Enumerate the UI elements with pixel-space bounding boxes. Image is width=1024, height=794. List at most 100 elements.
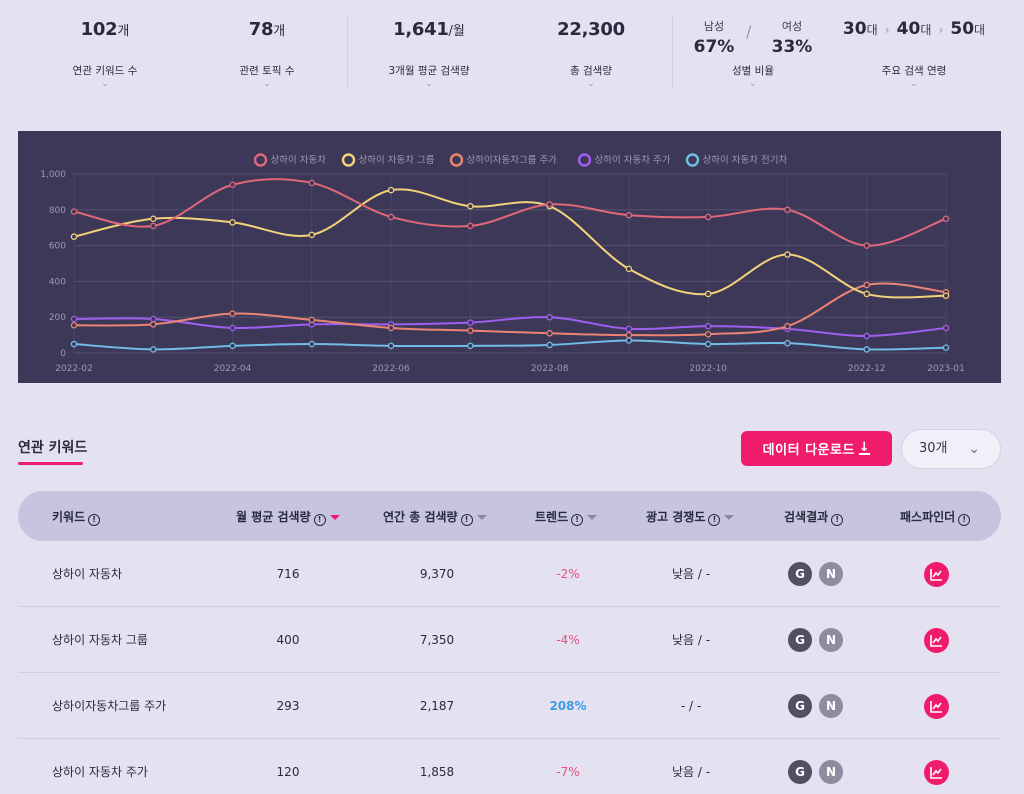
table-row[interactable]: 상하이자동차그룹 주가 293 2,187 208% - / - GN — [18, 673, 1001, 739]
data-point — [704, 340, 712, 348]
info-icon[interactable]: ! — [313, 514, 326, 526]
stat-gender-ratio[interactable]: 남성 67% / 여성 33% 성별 비율 ⌄ — [676, 0, 830, 96]
cell-trend: -2% — [556, 567, 580, 581]
data-point — [546, 341, 553, 349]
info-icon[interactable]: ! — [958, 514, 971, 526]
data-point — [704, 330, 712, 338]
download-data-button[interactable]: 데이터 다운로드 ↓ — [741, 431, 892, 466]
y-tick-label: 0 — [60, 349, 66, 359]
header-annual-volume[interactable]: 연간 총 검색량! — [383, 508, 487, 526]
sort-icon[interactable] — [724, 515, 735, 520]
google-search-icon[interactable]: G — [788, 628, 812, 652]
y-tick-label: 400 — [49, 277, 66, 287]
stat-value: 1,641 — [393, 19, 449, 40]
stat-main-ages[interactable]: 30대 › 40대 › 50대 주요 검색 연령 ⌄ — [836, 0, 992, 96]
cell-keyword[interactable]: 상하이자동차그룹 주가 — [52, 673, 166, 739]
header-trend[interactable]: 트렌드! — [535, 508, 598, 526]
age-unit: 대 — [974, 23, 986, 37]
data-point — [784, 339, 791, 347]
table-row[interactable]: 상하이 자동차 주가 120 1,858 -7% 낮음 / - GN — [18, 739, 1001, 794]
data-point — [942, 292, 950, 299]
data-point — [546, 201, 553, 208]
data-point — [387, 324, 395, 332]
cell-ad-competition: - / - — [680, 699, 702, 713]
chevron-down-icon[interactable]: ⌄ — [587, 80, 595, 89]
info-icon[interactable]: ! — [708, 514, 721, 526]
info-icon[interactable]: ! — [460, 514, 473, 526]
naver-search-icon[interactable]: N — [819, 760, 843, 784]
naver-search-icon[interactable]: N — [819, 694, 843, 718]
info-icon[interactable]: ! — [571, 514, 584, 526]
legend-marker — [341, 153, 356, 167]
sort-icon[interactable] — [476, 515, 487, 520]
info-icon[interactable]: ! — [831, 514, 844, 526]
legend-marker — [685, 153, 700, 167]
trend-chart-svg: 1,000 800 600 400 200 0 2022-02 2022-04 2022-06 2… — [40, 153, 965, 374]
data-point — [70, 315, 78, 323]
cell-annual-volume: 2,187 — [419, 699, 455, 713]
data-point — [863, 281, 870, 289]
header-pathfinder[interactable]: 패스파인더! — [900, 508, 971, 526]
header-ad-competition[interactable]: 광고 경쟁도! — [646, 508, 735, 526]
sort-desc-icon[interactable] — [329, 515, 340, 520]
data-point — [863, 332, 870, 340]
data-point — [625, 337, 633, 344]
pathfinder-chart-icon[interactable] — [924, 694, 949, 719]
stat-3month-average[interactable]: 1,641/월 3개월 평균 검색량 ⌄ — [348, 0, 510, 96]
naver-search-icon[interactable]: N — [819, 628, 843, 652]
chevron-down-icon[interactable]: ⌄ — [910, 80, 918, 89]
table-row[interactable]: 상하이 자동차 그룹 400 7,350 -4% 낮음 / - GN — [18, 607, 1001, 673]
stat-related-topics[interactable]: 78개 관련 토픽 수 ⌄ — [186, 0, 348, 96]
data-point — [784, 206, 791, 214]
pathfinder-chart-icon[interactable] — [924, 562, 949, 587]
header-monthly-volume[interactable]: 월 평균 검색량! — [236, 508, 340, 526]
legend-label: 상하이 자동차 주가 — [595, 154, 671, 166]
google-search-icon[interactable]: G — [788, 760, 812, 784]
chevron-down-icon[interactable]: ⌄ — [263, 80, 271, 89]
legend-marker — [253, 153, 268, 167]
sort-icon[interactable] — [587, 515, 598, 520]
cell-ad-competition: 낮음 / - — [671, 567, 711, 581]
header-search-results[interactable]: 검색결과! — [784, 508, 844, 526]
gender-male-label: 남성 — [703, 20, 725, 33]
cell-keyword[interactable]: 상하이 자동차 주가 — [52, 739, 148, 794]
pathfinder-chart-icon[interactable] — [924, 760, 949, 785]
x-tick-label: 2022-02 — [55, 364, 93, 374]
stat-related-keywords[interactable]: 102개 연관 키워드 수 ⌄ — [24, 0, 186, 96]
stat-label: 3개월 평균 검색량 — [388, 65, 470, 77]
data-point — [625, 331, 633, 339]
table-row[interactable]: 상하이 자동차 716 9,370 -2% 낮음 / - GN — [18, 541, 1001, 607]
cell-keyword[interactable]: 상하이 자동차 — [52, 541, 122, 607]
data-point — [784, 251, 791, 258]
data-point — [308, 340, 316, 348]
gender-female-label: 여성 — [781, 20, 803, 33]
data-point — [387, 342, 395, 350]
data-point — [387, 186, 395, 194]
google-search-icon[interactable]: G — [788, 694, 812, 718]
legend-marker — [449, 153, 464, 167]
x-tick-label: 2022-08 — [531, 364, 569, 374]
chevron-down-icon[interactable]: ⌄ — [425, 80, 433, 89]
series-line — [73, 339, 947, 351]
data-point — [70, 208, 78, 215]
naver-search-icon[interactable]: N — [819, 562, 843, 586]
x-tick-label: 2022-12 — [848, 364, 886, 374]
divider — [672, 16, 673, 88]
pathfinder-chart-icon[interactable] — [924, 628, 949, 653]
chevron-down-icon[interactable]: ⌄ — [749, 80, 757, 89]
header-keyword[interactable]: 키워드! — [52, 508, 101, 526]
row-count-select[interactable]: 30개 ⌄ — [901, 429, 1001, 469]
data-point — [229, 181, 236, 188]
data-point — [70, 322, 78, 329]
stat-total-volume[interactable]: 22,300 총 검색량 ⌄ — [510, 0, 672, 96]
stat-value: 22,300 — [557, 19, 625, 40]
info-icon[interactable]: ! — [88, 514, 101, 526]
section-title[interactable]: 연관 키워드 — [18, 437, 87, 457]
chevron-down-icon[interactable]: ⌄ — [101, 80, 109, 89]
data-point — [546, 313, 553, 321]
cell-keyword[interactable]: 상하이 자동차 그룹 — [52, 607, 148, 673]
series-line — [73, 316, 947, 337]
data-point — [229, 324, 236, 332]
google-search-icon[interactable]: G — [788, 562, 812, 586]
age-unit: 대 — [866, 23, 878, 37]
